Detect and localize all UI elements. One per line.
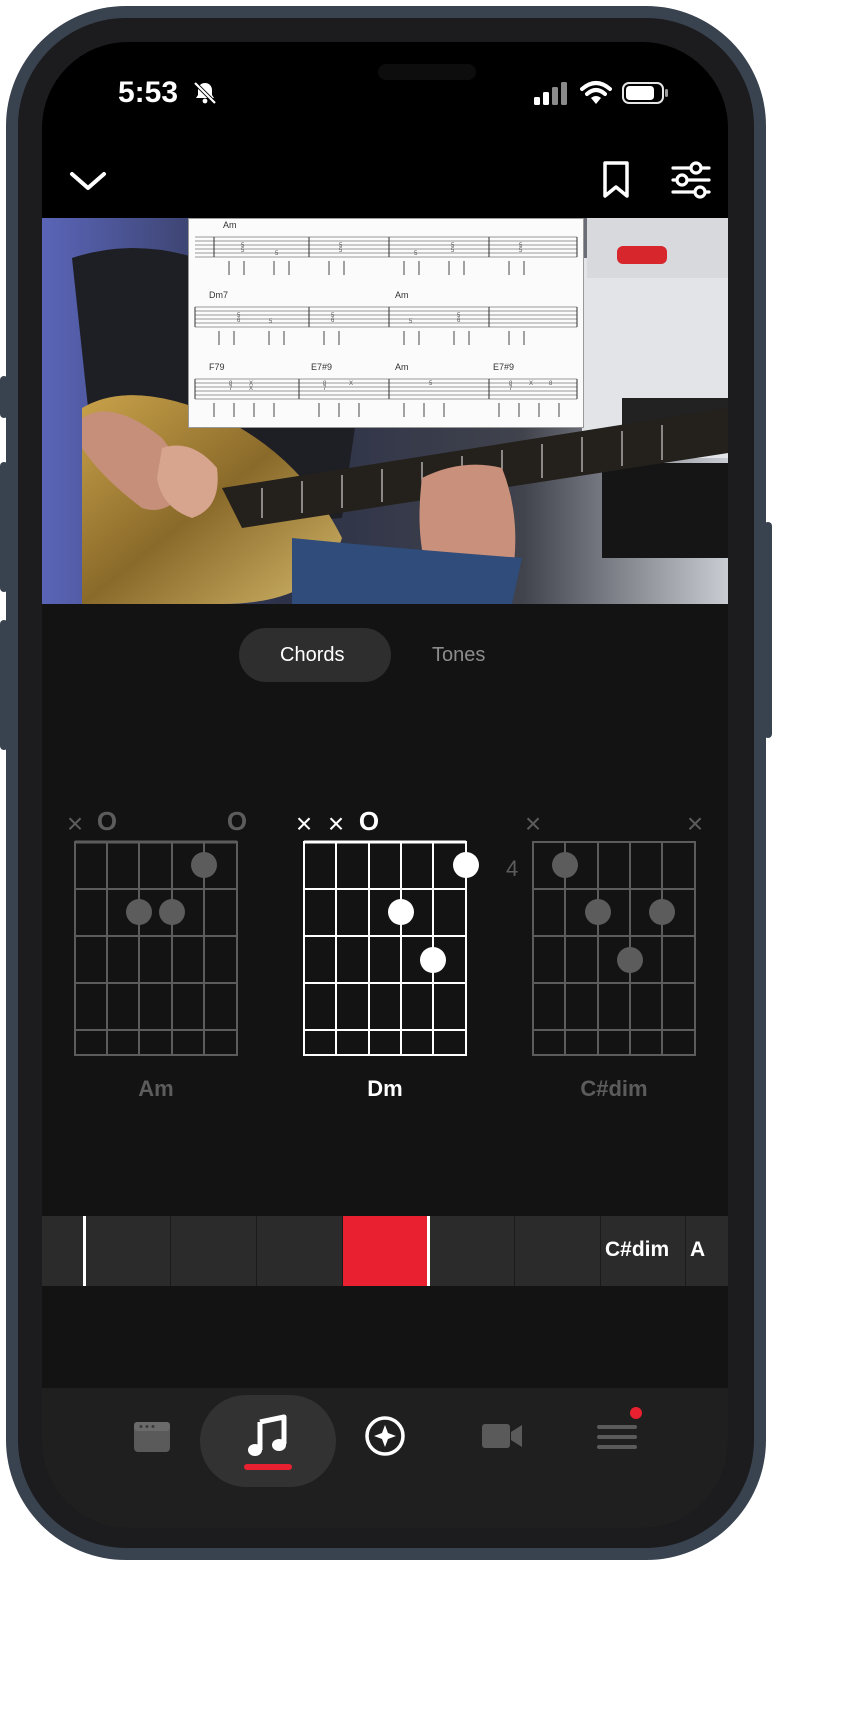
cellular-signal-icon (534, 82, 568, 111)
amp-icon (132, 1418, 172, 1459)
chord-name-previous: Am (138, 1076, 174, 1101)
string-marker: × (66, 808, 84, 839)
app-screen: 5:53 5 5 5 5 5 5 5 5 5 5 5 6 5 5 6 5 5 6… (42, 42, 728, 1528)
bottom-navigation (42, 1388, 728, 1528)
status-bar: 5:53 (42, 42, 728, 152)
tab-chord-label: F79 (209, 362, 225, 372)
chord-timeline[interactable]: C#dim A (42, 1216, 728, 1286)
tab-sheet-overlay: 5555555555 56556556 87XX87X587X8 Am Dm7 … (188, 218, 584, 428)
battery-icon (622, 80, 670, 111)
tab-tones[interactable]: Tones (432, 644, 485, 667)
string-marker: O (226, 806, 248, 836)
chord-name-current: Dm (367, 1076, 403, 1101)
svg-text:X: X (249, 386, 253, 392)
tab-chord-label: Am (395, 362, 409, 372)
timeline-cell (430, 1216, 515, 1286)
tab-chord-label: Am (223, 220, 237, 230)
video-camera-icon (480, 1420, 524, 1457)
timeline-cell (515, 1216, 601, 1286)
nav-explore[interactable] (345, 1398, 425, 1478)
chord-name-next: C#dim (580, 1076, 648, 1101)
timeline-cell (171, 1216, 257, 1286)
timeline-chord-label: C#dim (605, 1238, 670, 1261)
string-marker: × (686, 808, 704, 839)
mute-switch (0, 376, 8, 418)
string-marker: × (327, 808, 345, 839)
bell-slash-icon (192, 80, 218, 111)
notification-dot (630, 1406, 642, 1419)
lesson-video[interactable]: 5555555555 56556556 87XX87X587X8 Am Dm7 … (42, 218, 728, 604)
svg-text:X: X (529, 381, 533, 387)
chord-diagrams-svg (74, 840, 696, 1056)
timeline-cell (257, 1216, 343, 1286)
svg-text:5: 5 (269, 319, 273, 325)
string-marker: × (524, 808, 542, 839)
timeline-cell (86, 1216, 171, 1286)
compass-icon (364, 1415, 406, 1462)
string-marker: O (358, 806, 380, 836)
chord-diagrams: × O O × × O × × 4 (42, 802, 728, 1062)
svg-text:5: 5 (429, 381, 433, 387)
volume-down-button (0, 620, 8, 750)
chevron-down-icon[interactable] (68, 166, 108, 201)
nav-menu[interactable] (577, 1398, 657, 1478)
nav-video[interactable] (462, 1398, 542, 1478)
menu-icon (596, 1406, 642, 1458)
bookmark-icon[interactable] (602, 160, 630, 205)
wifi-icon (580, 80, 612, 111)
settings-sliders-icon[interactable] (670, 160, 712, 205)
player-top-bar (42, 152, 728, 218)
timeline-chord-label: A (690, 1238, 706, 1261)
timeline-cell (42, 1216, 85, 1286)
power-button (764, 522, 772, 738)
nav-amp[interactable] (112, 1398, 192, 1478)
nav-active-indicator (244, 1464, 292, 1470)
svg-text:5: 5 (409, 319, 413, 325)
svg-text:5: 5 (414, 251, 418, 257)
tab-chords-label: Chords (280, 644, 345, 666)
tab-chord-label: Dm7 (209, 290, 229, 300)
tab-chord-label: E7#9 (311, 362, 333, 372)
timeline-cell-active (343, 1216, 430, 1286)
tab-chord-label: Am (395, 290, 409, 300)
string-marker: × (295, 808, 313, 839)
chord-diagram-dm (303, 840, 467, 1056)
fret-position-label: 4 (506, 856, 519, 881)
status-time: 5:53 (118, 76, 179, 109)
music-note-icon (246, 1414, 290, 1463)
tab-chord-label: E7#9 (493, 362, 515, 372)
svg-text:X: X (349, 381, 353, 387)
dynamic-island (378, 64, 476, 80)
string-marker: O (96, 806, 118, 836)
svg-text:5: 5 (275, 251, 279, 257)
svg-text:8: 8 (549, 381, 553, 387)
volume-up-button (0, 462, 8, 592)
